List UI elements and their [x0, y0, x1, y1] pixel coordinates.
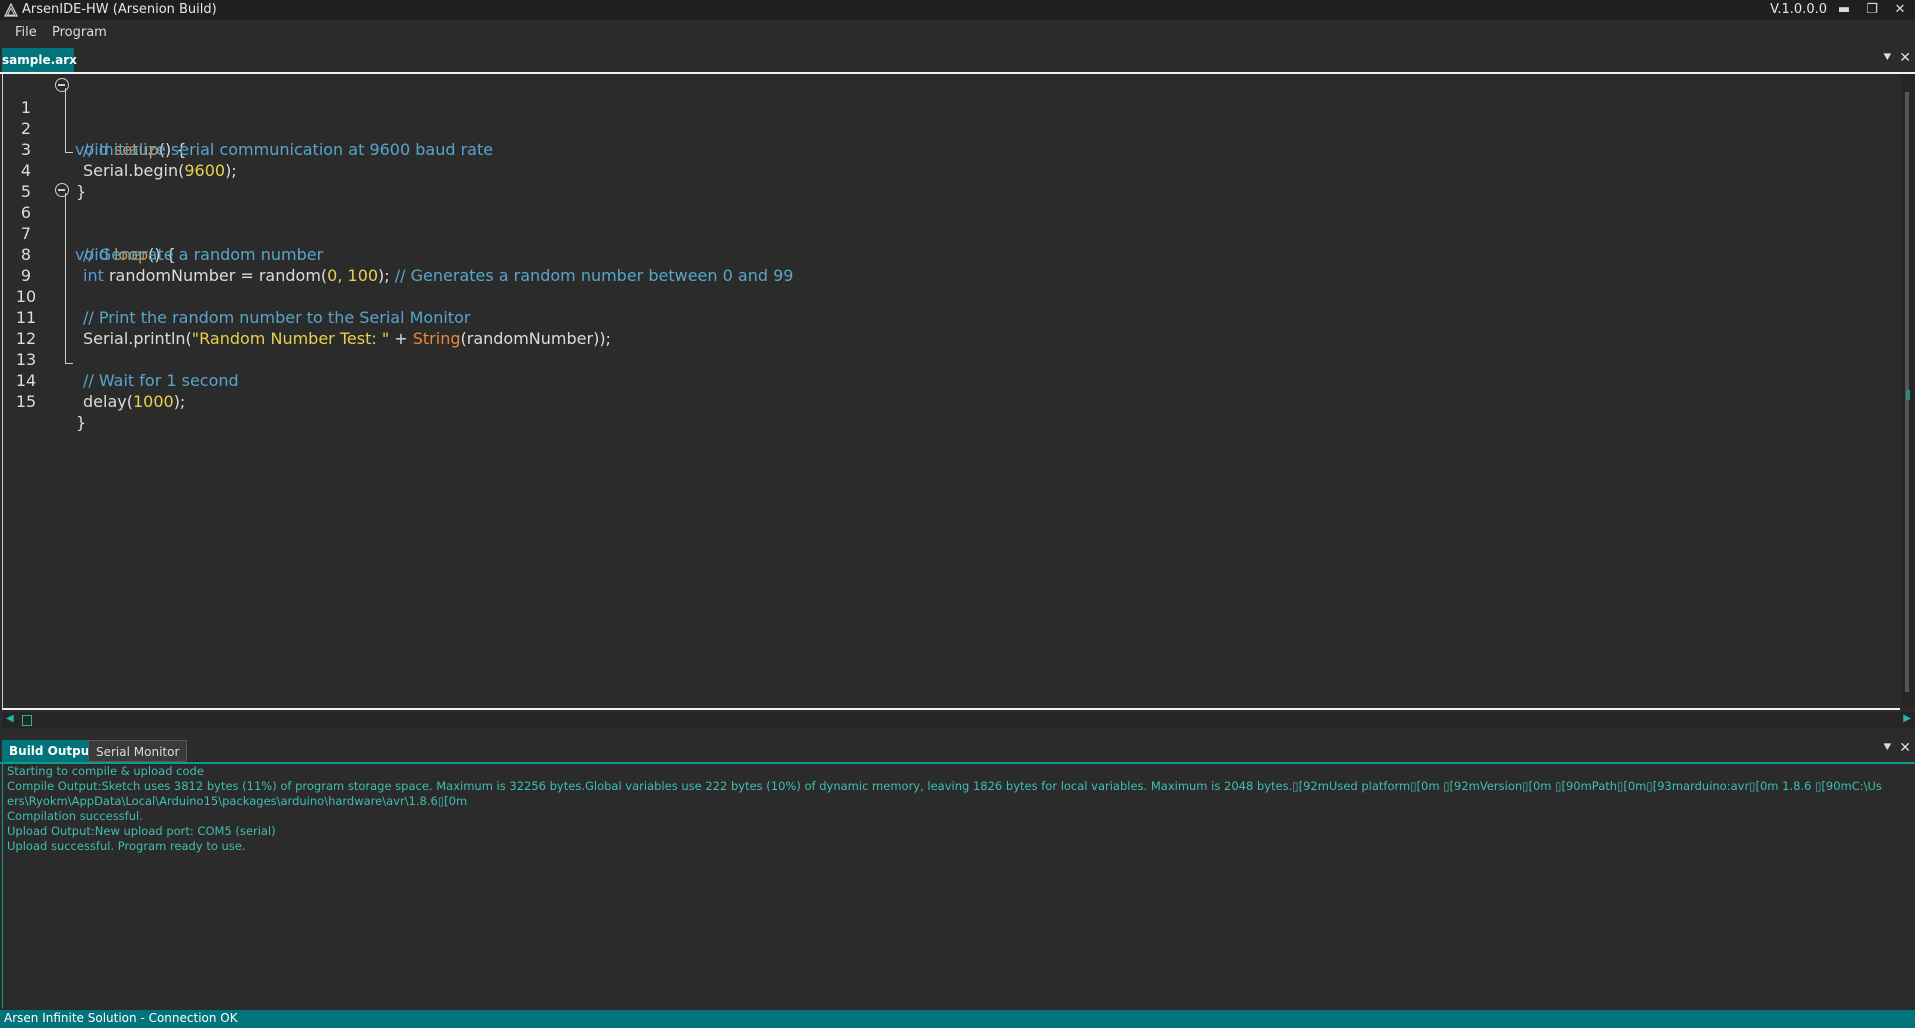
output-line: Compile Output:Sketch uses 3812 bytes (1… [7, 779, 1882, 808]
editor-close-icon[interactable]: ✕ [1899, 50, 1911, 66]
output-dropdown-icon[interactable]: ⯆ [1882, 740, 1893, 756]
editor-vertical-scrollbar[interactable] [1901, 74, 1915, 708]
editor-tab-strip: sample.arx ⯆ ✕ [0, 48, 1915, 74]
window-title: ArsenIDE-HW (Arsenion Build) [22, 2, 217, 17]
code-line: 10 // Print the random number to the Ser… [3, 265, 1893, 327]
code-editor[interactable]: 1 void setup() { 2 // Initialize serial … [2, 74, 1900, 710]
menu-program[interactable]: Program [52, 25, 107, 40]
code-line: 6 void loop() { [3, 181, 1893, 264]
scroll-left-icon[interactable]: ◀ [6, 713, 14, 724]
output-line: Compilation successful. [7, 809, 143, 823]
code-line: 14 delay(1000); [3, 349, 1893, 411]
minimize-button[interactable]: ▬ [1831, 0, 1857, 20]
scrollbar-position-marker [1906, 390, 1910, 400]
build-output-panel[interactable]: Starting to compile & upload code Compil… [2, 764, 1915, 1008]
code-line: 12 [3, 307, 1893, 348]
output-line: Starting to compile & upload code [7, 764, 204, 778]
title-bar: ArsenIDE-HW (Arsenion Build) V.1.0.0.0 ▬… [0, 0, 1915, 20]
code-line: 4 } [3, 139, 1893, 201]
fold-collapse-icon[interactable] [55, 78, 69, 92]
editor-tabs-dropdown-icon[interactable]: ⯆ [1882, 50, 1893, 66]
code-line: 2 // Initialize serial communication at … [3, 97, 1893, 159]
code-line: 5 [3, 160, 1893, 201]
code-line: 7 // Generate a random number [3, 202, 1893, 264]
tab-serial-monitor[interactable]: Serial Monitor [88, 740, 188, 762]
close-window-button[interactable]: ✕ [1887, 0, 1913, 20]
code-line: 8 int randomNumber = random(0, 100); // … [3, 223, 1893, 285]
output-tab-strip: Build Output Serial Monitor ⯆ ✕ [0, 738, 1915, 764]
menu-bar: File Program [0, 20, 1915, 46]
restore-button[interactable]: ❐ [1859, 0, 1885, 20]
code-line: 9 [3, 244, 1893, 285]
fold-collapse-icon[interactable] [55, 183, 69, 197]
menu-file[interactable]: File [15, 25, 37, 40]
code-line: 11 Serial.println("Random Number Test: "… [3, 286, 1893, 348]
version-label: V.1.0.0.0 [1770, 2, 1827, 17]
code-line: 13 // Wait for 1 second [3, 328, 1893, 390]
code-line: 15 } [3, 370, 1893, 432]
tab-sample-arx[interactable]: sample.arx [2, 48, 77, 72]
output-line: Upload successful. Program ready to use. [7, 839, 246, 853]
output-close-icon[interactable]: ✕ [1899, 740, 1911, 756]
connection-status: Arsen Infinite Solution - Connection OK [4, 1011, 238, 1025]
app-logo-icon [4, 3, 18, 17]
editor-horizontal-scrollbar[interactable]: ◀ ▶ [2, 712, 1915, 728]
output-line: Upload Output:New upload port: COM5 (ser… [7, 824, 276, 838]
scroll-right-icon[interactable]: ▶ [1903, 713, 1911, 724]
number-token: 1000 [132, 392, 174, 411]
scrollbar-thumb[interactable] [22, 715, 32, 726]
line-number: 15 [15, 392, 37, 411]
code-line: 3 Serial.begin(9600); [3, 118, 1893, 180]
status-bar: Arsen Infinite Solution - Connection OK [0, 1010, 1915, 1028]
code-line: 1 void setup() { [3, 76, 1893, 159]
